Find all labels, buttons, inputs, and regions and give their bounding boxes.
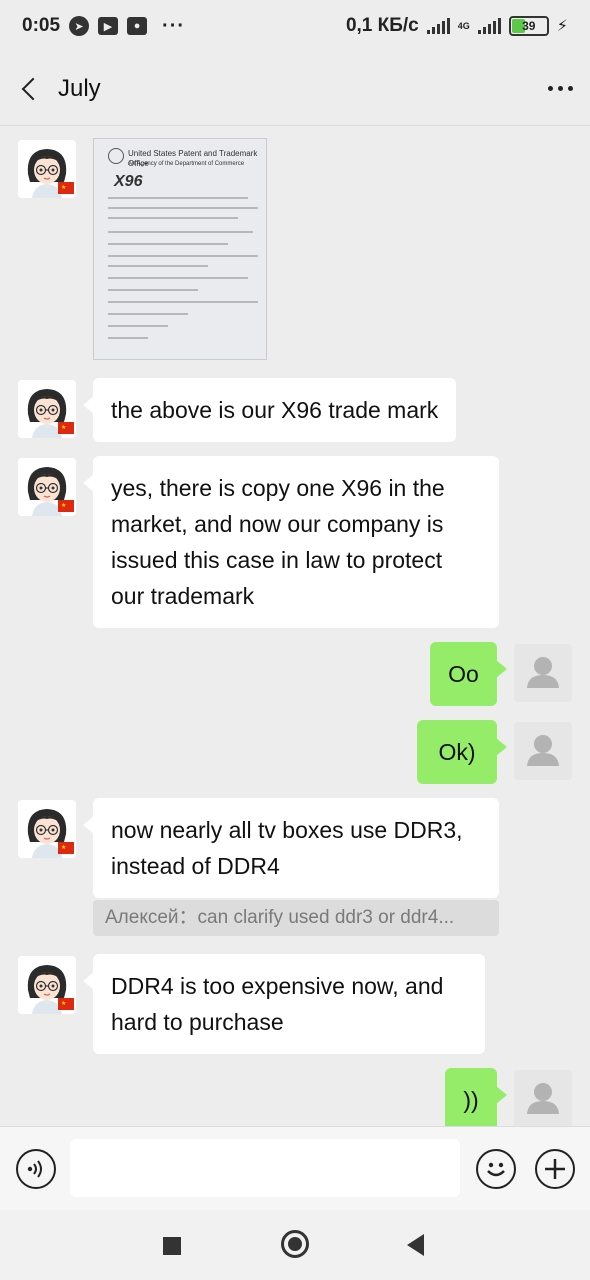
network-type: 4G (457, 20, 470, 31)
battery-level: 39 (522, 19, 536, 33)
svg-text:★: ★ (61, 184, 66, 191)
status-time: 0:05 (22, 15, 61, 36)
message-input[interactable] (70, 1139, 460, 1197)
emoji-icon (487, 1162, 505, 1177)
telegram-icon: ➤ (69, 16, 90, 36)
incoming-message[interactable]: now nearly all tv boxes use DDR3, instea… (83, 798, 499, 898)
message-row: ★ DDR4 is too expensive now, and hard to… (0, 954, 590, 1054)
input-bar (0, 1126, 590, 1210)
uspto-seal-icon (108, 148, 124, 164)
chevron-left-icon (21, 77, 45, 100)
more-dots-icon (547, 86, 553, 91)
contact-avatar[interactable]: ★ (18, 458, 76, 516)
system-nav-bar (0, 1210, 590, 1280)
plus-button[interactable] (535, 1149, 575, 1189)
contact-avatar[interactable]: ★ (18, 800, 76, 858)
incoming-message[interactable]: yes, there is copy one X96 in the market… (83, 456, 499, 628)
app-icon: ● (127, 17, 148, 35)
outgoing-message[interactable]: Oo (430, 642, 507, 706)
message-row: ★ now nearly all tv boxes use DDR3, inst… (0, 798, 590, 898)
voice-icon (27, 1160, 42, 1178)
plus-icon (545, 1159, 565, 1179)
chat-title: July (58, 74, 101, 102)
user-avatar[interactable] (514, 644, 572, 702)
contact-avatar[interactable]: ★ (18, 140, 76, 198)
contact-avatar[interactable]: ★ (18, 956, 76, 1014)
trademark-document-image[interactable]: United States Patent and Trademark Offic… (93, 138, 267, 360)
message-row: ★ United States Patent and Trademark Off… (0, 138, 590, 374)
status-bar: 0:05 ➤ ▶ ● ··· 0,1 КБ/с 4G 39 ⚡ (0, 0, 590, 52)
recents-button[interactable] (163, 1237, 181, 1255)
charging-icon: ⚡ (556, 18, 568, 35)
svg-text:★: ★ (61, 1000, 66, 1007)
message-row: Oo (0, 642, 590, 706)
outgoing-message[interactable]: Ok) (417, 720, 507, 784)
more-notifications-icon: ··· (162, 14, 186, 37)
message-row: ★ yes, there is copy one X96 in the mark… (0, 456, 590, 628)
message-row: )) (0, 1068, 590, 1126)
outgoing-message[interactable]: )) (445, 1068, 507, 1126)
home-icon (288, 1237, 302, 1251)
battery-icon: 39 (508, 16, 549, 36)
chat-header: July (0, 52, 590, 126)
net-speed: 0,1 КБ/с (345, 15, 419, 36)
back-button[interactable] (0, 52, 58, 126)
signal-icon (426, 18, 450, 34)
user-avatar[interactable] (514, 1070, 572, 1126)
emoji-button[interactable] (476, 1149, 516, 1189)
system-back-button[interactable] (407, 1234, 424, 1256)
message-list[interactable]: ★ United States Patent and Trademark Off… (0, 126, 590, 1126)
svg-text:★: ★ (61, 502, 66, 509)
quoted-message[interactable]: Алексей：can clarify used ddr3 or ddr4... (93, 900, 499, 936)
more-options-button[interactable] (530, 52, 590, 126)
voice-button[interactable] (16, 1149, 56, 1189)
svg-text:★: ★ (61, 844, 66, 851)
incoming-message[interactable]: the above is our X96 trade mark (82, 378, 457, 442)
document-logo: X96 (114, 173, 143, 190)
contact-avatar[interactable]: ★ (18, 380, 76, 438)
incoming-message[interactable]: DDR4 is too expensive now, and hard to p… (83, 954, 485, 1054)
message-row: Ok) (0, 720, 590, 784)
svg-text:★: ★ (61, 424, 66, 431)
user-avatar[interactable] (514, 722, 572, 780)
message-row: ★ the above is our X96 trade mark (0, 378, 590, 442)
document-subtitle: An Agency of the Department of Commerce (128, 161, 245, 167)
home-button[interactable] (281, 1230, 309, 1258)
youtube-icon: ▶ (98, 17, 119, 35)
signal-icon-2 (477, 18, 501, 34)
